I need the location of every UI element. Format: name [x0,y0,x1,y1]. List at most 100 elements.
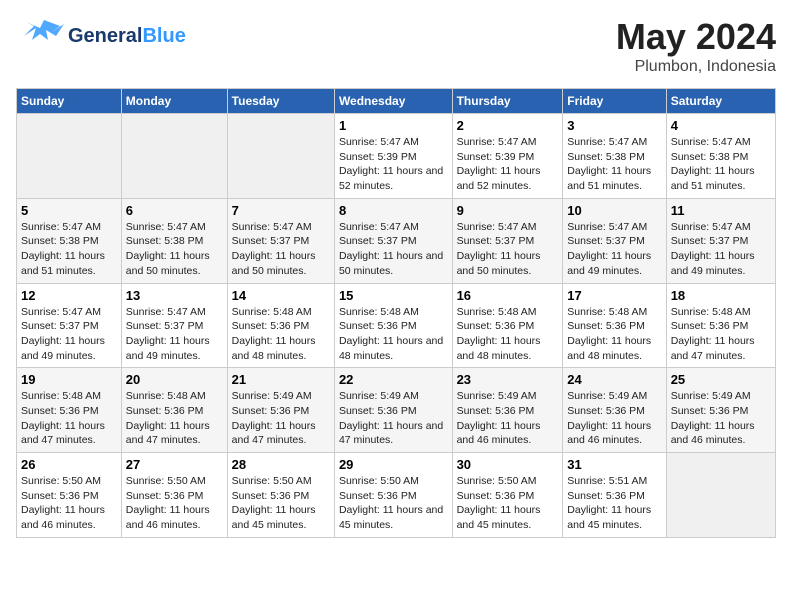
day-info: Sunrise: 5:48 AMSunset: 5:36 PMDaylight:… [457,305,559,364]
calendar-cell: 28 Sunrise: 5:50 AMSunset: 5:36 PMDayligh… [227,453,334,538]
day-number: 4 [671,118,771,133]
day-number: 28 [232,457,330,472]
day-number: 29 [339,457,448,472]
day-number: 31 [567,457,661,472]
calendar-cell: 8 Sunrise: 5:47 AMSunset: 5:37 PMDaylight… [334,198,452,283]
day-number: 5 [21,203,117,218]
calendar-cell: 20 Sunrise: 5:48 AMSunset: 5:36 PMDayligh… [121,368,227,453]
day-info: Sunrise: 5:49 AMSunset: 5:36 PMDaylight:… [671,389,771,448]
calendar-week-row: 12 Sunrise: 5:47 AMSunset: 5:37 PMDayligh… [17,283,776,368]
calendar-cell: 6Sunrise: 5:47 AMSunset: 5:38 PMDaylight… [121,198,227,283]
day-number: 14 [232,288,330,303]
calendar-cell: 16 Sunrise: 5:48 AMSunset: 5:36 PMDayligh… [452,283,563,368]
col-header-tuesday: Tuesday [227,89,334,114]
calendar-cell: 26 Sunrise: 5:50 AMSunset: 5:36 PMDayligh… [17,453,122,538]
calendar-cell [227,114,334,199]
calendar-cell: 29 Sunrise: 5:50 AMSunset: 5:36 PMDayligh… [334,453,452,538]
calendar-cell: 1Sunrise: 5:47 AMSunset: 5:39 PMDaylight… [334,114,452,199]
calendar-header-row: SundayMondayTuesdayWednesdayThursdayFrid… [17,89,776,114]
col-header-friday: Friday [563,89,666,114]
day-number: 22 [339,372,448,387]
day-info: Sunrise: 5:50 AMSunset: 5:36 PMDaylight:… [339,474,448,533]
day-number: 26 [21,457,117,472]
calendar-week-row: 1 Sunrise: 5:47 AMSunset: 5:39 PMDaylight… [17,114,776,199]
day-info: Sunrise: 5:47 AMSunset: 5:37 PMDaylight:… [567,220,661,279]
day-info: Sunrise: 5:49 AMSunset: 5:36 PMDaylight:… [567,389,661,448]
day-info: Sunrise: 5:48 AMSunset: 5:36 PMDaylight:… [339,305,448,364]
day-number: 20 [126,372,223,387]
logo-text: GeneralBlue [68,25,186,47]
calendar-cell: 19 Sunrise: 5:48 AMSunset: 5:36 PMDayligh… [17,368,122,453]
day-number: 18 [671,288,771,303]
calendar-cell: 25 Sunrise: 5:49 AMSunset: 5:36 PMDayligh… [666,368,775,453]
page-subtitle: Plumbon, Indonesia [616,58,776,76]
day-number: 19 [21,372,117,387]
day-number: 23 [457,372,559,387]
calendar-cell: 7 Sunrise: 5:47 AMSunset: 5:37 PMDaylight… [227,198,334,283]
day-number: 2 [457,118,559,133]
calendar-cell: 14 Sunrise: 5:48 AMSunset: 5:36 PMDayligh… [227,283,334,368]
calendar-cell [121,114,227,199]
day-number: 13 [126,288,223,303]
calendar-week-row: 19 Sunrise: 5:48 AMSunset: 5:36 PMDayligh… [17,368,776,453]
day-number: 24 [567,372,661,387]
calendar-cell: 31 Sunrise: 5:51 AMSunset: 5:36 PMDayligh… [563,453,666,538]
day-info: Sunrise: 5:51 AMSunset: 5:36 PMDaylight:… [567,474,661,533]
day-info: Sunrise: 5:47 AMSunset: 5:37 PMDaylight:… [339,220,448,279]
day-number: 8 [339,203,448,218]
day-info: Sunrise: 5:50 AMSunset: 5:36 PMDaylight:… [232,474,330,533]
calendar-cell: 22 Sunrise: 5:49 AMSunset: 5:36 PMDayligh… [334,368,452,453]
page-header: GeneralBlue May 2024 Plumbon, Indonesia [16,16,776,76]
day-number: 25 [671,372,771,387]
day-number: 15 [339,288,448,303]
day-info: Sunrise: 5:47 AMSunset: 5:37 PMDaylight:… [232,220,330,279]
day-info: Sunrise: 5:47 AMSunset: 5:38 PMDaylight:… [21,220,117,279]
calendar-cell: 30Sunrise: 5:50 AMSunset: 5:36 PMDayligh… [452,453,563,538]
calendar-cell: 24 Sunrise: 5:49 AMSunset: 5:36 PMDayligh… [563,368,666,453]
day-number: 16 [457,288,559,303]
title-block: May 2024 Plumbon, Indonesia [616,16,776,76]
calendar-cell [17,114,122,199]
calendar-cell: 27Sunrise: 5:50 AMSunset: 5:36 PMDayligh… [121,453,227,538]
day-info: Sunrise: 5:50 AMSunset: 5:36 PMDaylight:… [457,474,559,533]
day-info: Sunrise: 5:47 AMSunset: 5:39 PMDaylight:… [457,135,559,194]
calendar-cell: 13 Sunrise: 5:47 AMSunset: 5:37 PMDayligh… [121,283,227,368]
day-info: Sunrise: 5:50 AMSunset: 5:36 PMDaylight:… [126,474,223,533]
day-number: 11 [671,203,771,218]
col-header-monday: Monday [121,89,227,114]
day-info: Sunrise: 5:47 AMSunset: 5:38 PMDaylight:… [671,135,771,194]
day-info: Sunrise: 5:48 AMSunset: 5:36 PMDaylight:… [21,389,117,448]
day-info: Sunrise: 5:49 AMSunset: 5:36 PMDaylight:… [339,389,448,448]
day-info: Sunrise: 5:48 AMSunset: 5:36 PMDaylight:… [671,305,771,364]
logo: GeneralBlue [16,16,186,56]
day-info: Sunrise: 5:48 AMSunset: 5:36 PMDaylight:… [232,305,330,364]
day-info: Sunrise: 5:47 AMSunset: 5:38 PMDaylight:… [567,135,661,194]
day-number: 1 [339,118,448,133]
day-number: 6 [126,203,223,218]
calendar-cell: 2 Sunrise: 5:47 AMSunset: 5:39 PMDaylight… [452,114,563,199]
calendar-week-row: 5 Sunrise: 5:47 AMSunset: 5:38 PMDaylight… [17,198,776,283]
day-info: Sunrise: 5:48 AMSunset: 5:36 PMDaylight:… [567,305,661,364]
calendar-cell: 12Sunrise: 5:47 AMSunset: 5:37 PMDayligh… [17,283,122,368]
day-number: 12 [21,288,117,303]
day-info: Sunrise: 5:47 AMSunset: 5:37 PMDaylight:… [126,305,223,364]
day-info: Sunrise: 5:48 AMSunset: 5:36 PMDaylight:… [126,389,223,448]
calendar-cell: 21Sunrise: 5:49 AMSunset: 5:36 PMDayligh… [227,368,334,453]
calendar-cell: 10Sunrise: 5:47 AMSunset: 5:37 PMDayligh… [563,198,666,283]
day-number: 7 [232,203,330,218]
page-title: May 2024 [616,16,776,58]
calendar-cell: 3Sunrise: 5:47 AMSunset: 5:38 PMDaylight… [563,114,666,199]
logo-icon [16,16,64,56]
day-info: Sunrise: 5:50 AMSunset: 5:36 PMDaylight:… [21,474,117,533]
calendar-cell: 15 Sunrise: 5:48 AMSunset: 5:36 PMDayligh… [334,283,452,368]
day-number: 9 [457,203,559,218]
calendar-cell [666,453,775,538]
calendar-week-row: 26 Sunrise: 5:50 AMSunset: 5:36 PMDayligh… [17,453,776,538]
day-info: Sunrise: 5:49 AMSunset: 5:36 PMDaylight:… [232,389,330,448]
col-header-sunday: Sunday [17,89,122,114]
col-header-wednesday: Wednesday [334,89,452,114]
calendar-cell: 17Sunrise: 5:48 AMSunset: 5:36 PMDayligh… [563,283,666,368]
day-info: Sunrise: 5:49 AMSunset: 5:36 PMDaylight:… [457,389,559,448]
calendar-cell: 4 Sunrise: 5:47 AMSunset: 5:38 PMDaylight… [666,114,775,199]
calendar-cell: 18 Sunrise: 5:48 AMSunset: 5:36 PMDayligh… [666,283,775,368]
